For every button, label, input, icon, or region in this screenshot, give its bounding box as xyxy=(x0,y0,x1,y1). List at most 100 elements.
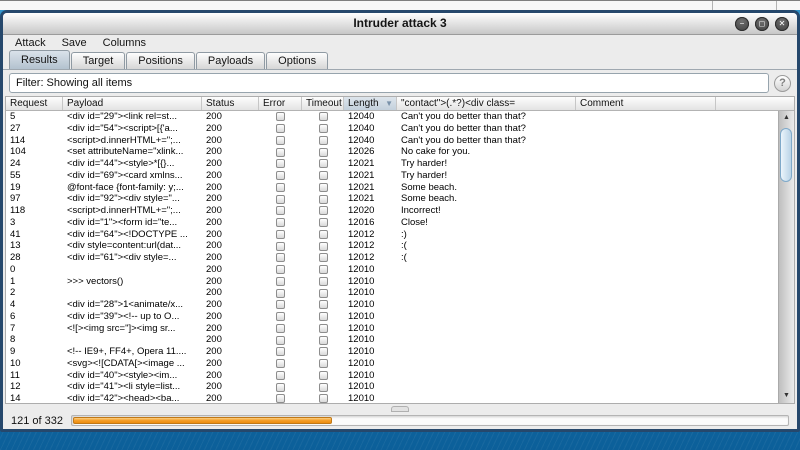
error-checkbox[interactable] xyxy=(276,394,285,403)
table-row[interactable]: 114<script>d.innerHTML+=";...20012040Can… xyxy=(6,135,778,147)
tab-positions[interactable]: Positions xyxy=(126,52,195,69)
window-titlebar[interactable]: Intruder attack 3 − ◻ ✕ xyxy=(3,13,797,35)
column-header-payload[interactable]: Payload xyxy=(63,97,202,110)
error-checkbox[interactable] xyxy=(276,265,285,274)
scroll-down-icon[interactable]: ▼ xyxy=(779,390,794,402)
table-row[interactable]: 4<div id="28">1<animate/x...20012010 xyxy=(6,299,778,311)
table-row[interactable]: 6<div id="39"><!-- up to O...20012010 xyxy=(6,311,778,323)
tab-target[interactable]: Target xyxy=(71,52,126,69)
error-checkbox[interactable] xyxy=(276,183,285,192)
error-checkbox[interactable] xyxy=(276,253,285,262)
timeout-checkbox[interactable] xyxy=(319,371,328,380)
column-header-error[interactable]: Error xyxy=(259,97,302,110)
error-checkbox[interactable] xyxy=(276,148,285,157)
timeout-checkbox[interactable] xyxy=(319,383,328,392)
error-checkbox[interactable] xyxy=(276,124,285,133)
error-checkbox[interactable] xyxy=(276,230,285,239)
table-row[interactable]: 5<div id="29"><link rel=st...20012040Can… xyxy=(6,111,778,123)
timeout-checkbox[interactable] xyxy=(319,148,328,157)
timeout-checkbox[interactable] xyxy=(319,253,328,262)
table-row[interactable]: 118<script>d.innerHTML+=";...20012020Inc… xyxy=(6,205,778,217)
error-checkbox[interactable] xyxy=(276,218,285,227)
maximize-button[interactable]: ◻ xyxy=(755,17,769,31)
timeout-checkbox[interactable] xyxy=(319,336,328,345)
error-checkbox[interactable] xyxy=(276,289,285,298)
table-row[interactable]: 13<div style=content:url(dat...20012012:… xyxy=(6,240,778,252)
split-handle[interactable] xyxy=(391,406,409,412)
error-checkbox[interactable] xyxy=(276,300,285,309)
table-row[interactable]: 10<svg><![CDATA[><image ...20012010 xyxy=(6,358,778,370)
timeout-checkbox[interactable] xyxy=(319,265,328,274)
table-row[interactable]: 220012010 xyxy=(6,287,778,299)
table-row[interactable]: 1>>> vectors()20012010 xyxy=(6,276,778,288)
timeout-checkbox[interactable] xyxy=(319,347,328,356)
error-checkbox[interactable] xyxy=(276,336,285,345)
error-checkbox[interactable] xyxy=(276,242,285,251)
error-checkbox[interactable] xyxy=(276,371,285,380)
menu-save[interactable]: Save xyxy=(62,37,87,49)
table-row[interactable]: 19@font-face {font-family: y;...20012021… xyxy=(6,182,778,194)
column-header-request[interactable]: Request xyxy=(6,97,63,110)
column-header-extract[interactable]: "contact">(.*?)<div class= xyxy=(397,97,576,110)
column-header-status[interactable]: Status xyxy=(202,97,259,110)
minimize-button[interactable]: − xyxy=(735,17,749,31)
timeout-checkbox[interactable] xyxy=(319,359,328,368)
timeout-checkbox[interactable] xyxy=(319,206,328,215)
timeout-checkbox[interactable] xyxy=(319,218,328,227)
error-checkbox[interactable] xyxy=(276,159,285,168)
close-button[interactable]: ✕ xyxy=(775,17,789,31)
table-row[interactable]: 11<div id="40"><style><im...20012010 xyxy=(6,370,778,382)
error-checkbox[interactable] xyxy=(276,347,285,356)
tab-options[interactable]: Options xyxy=(266,52,328,69)
tab-results[interactable]: Results xyxy=(9,50,70,69)
error-checkbox[interactable] xyxy=(276,112,285,121)
error-checkbox[interactable] xyxy=(276,171,285,180)
table-row[interactable]: 27<div id="54"><script>[{'a...20012040Ca… xyxy=(6,123,778,135)
error-checkbox[interactable] xyxy=(276,277,285,286)
error-checkbox[interactable] xyxy=(276,359,285,368)
timeout-checkbox[interactable] xyxy=(319,159,328,168)
table-row[interactable]: 104<set attributeName="xlink...20012026N… xyxy=(6,146,778,158)
column-header-length[interactable]: Length▼ xyxy=(344,97,397,110)
filter-input[interactable]: Filter: Showing all items xyxy=(9,73,769,93)
error-checkbox[interactable] xyxy=(276,206,285,215)
error-checkbox[interactable] xyxy=(276,324,285,333)
table-row[interactable]: 820012010 xyxy=(6,334,778,346)
scrollbar-thumb[interactable] xyxy=(780,128,792,182)
timeout-checkbox[interactable] xyxy=(319,112,328,121)
timeout-checkbox[interactable] xyxy=(319,183,328,192)
table-row[interactable]: 7<![><img src="]><img sr...20012010 xyxy=(6,323,778,335)
menu-attack[interactable]: Attack xyxy=(15,37,46,49)
timeout-checkbox[interactable] xyxy=(319,124,328,133)
timeout-checkbox[interactable] xyxy=(319,171,328,180)
vertical-scrollbar[interactable]: ▲ ▼ xyxy=(778,111,794,403)
error-checkbox[interactable] xyxy=(276,195,285,204)
column-header-timeout[interactable]: Timeout xyxy=(302,97,344,110)
table-row[interactable]: 97<div id="92"><div style="...20012021So… xyxy=(6,193,778,205)
table-row[interactable]: 020012010 xyxy=(6,264,778,276)
column-header-comment[interactable]: Comment xyxy=(576,97,716,110)
table-row[interactable]: 3<div id="1"><form id="te...20012016Clos… xyxy=(6,217,778,229)
table-row[interactable]: 9<!-- IE9+, FF4+, Opera 11....20012010 xyxy=(6,346,778,358)
timeout-checkbox[interactable] xyxy=(319,289,328,298)
table-row[interactable]: 14<div id="42"><head><ba...20012010 xyxy=(6,393,778,403)
error-checkbox[interactable] xyxy=(276,383,285,392)
timeout-checkbox[interactable] xyxy=(319,277,328,286)
scroll-up-icon[interactable]: ▲ xyxy=(779,112,794,124)
table-row[interactable]: 28<div id="61"><div style=...20012012:( xyxy=(6,252,778,264)
help-button[interactable]: ? xyxy=(774,75,791,92)
error-checkbox[interactable] xyxy=(276,312,285,321)
table-row[interactable]: 24<div id="44"><style>*[{}...20012021Try… xyxy=(6,158,778,170)
menu-columns[interactable]: Columns xyxy=(103,37,146,49)
timeout-checkbox[interactable] xyxy=(319,324,328,333)
timeout-checkbox[interactable] xyxy=(319,394,328,403)
error-checkbox[interactable] xyxy=(276,136,285,145)
timeout-checkbox[interactable] xyxy=(319,242,328,251)
table-row[interactable]: 55<div id="69"><card xmlns...20012021Try… xyxy=(6,170,778,182)
timeout-checkbox[interactable] xyxy=(319,136,328,145)
timeout-checkbox[interactable] xyxy=(319,230,328,239)
timeout-checkbox[interactable] xyxy=(319,195,328,204)
timeout-checkbox[interactable] xyxy=(319,300,328,309)
tab-payloads[interactable]: Payloads xyxy=(196,52,265,69)
table-row[interactable]: 12<div id="41"><li style=list...20012010 xyxy=(6,381,778,393)
